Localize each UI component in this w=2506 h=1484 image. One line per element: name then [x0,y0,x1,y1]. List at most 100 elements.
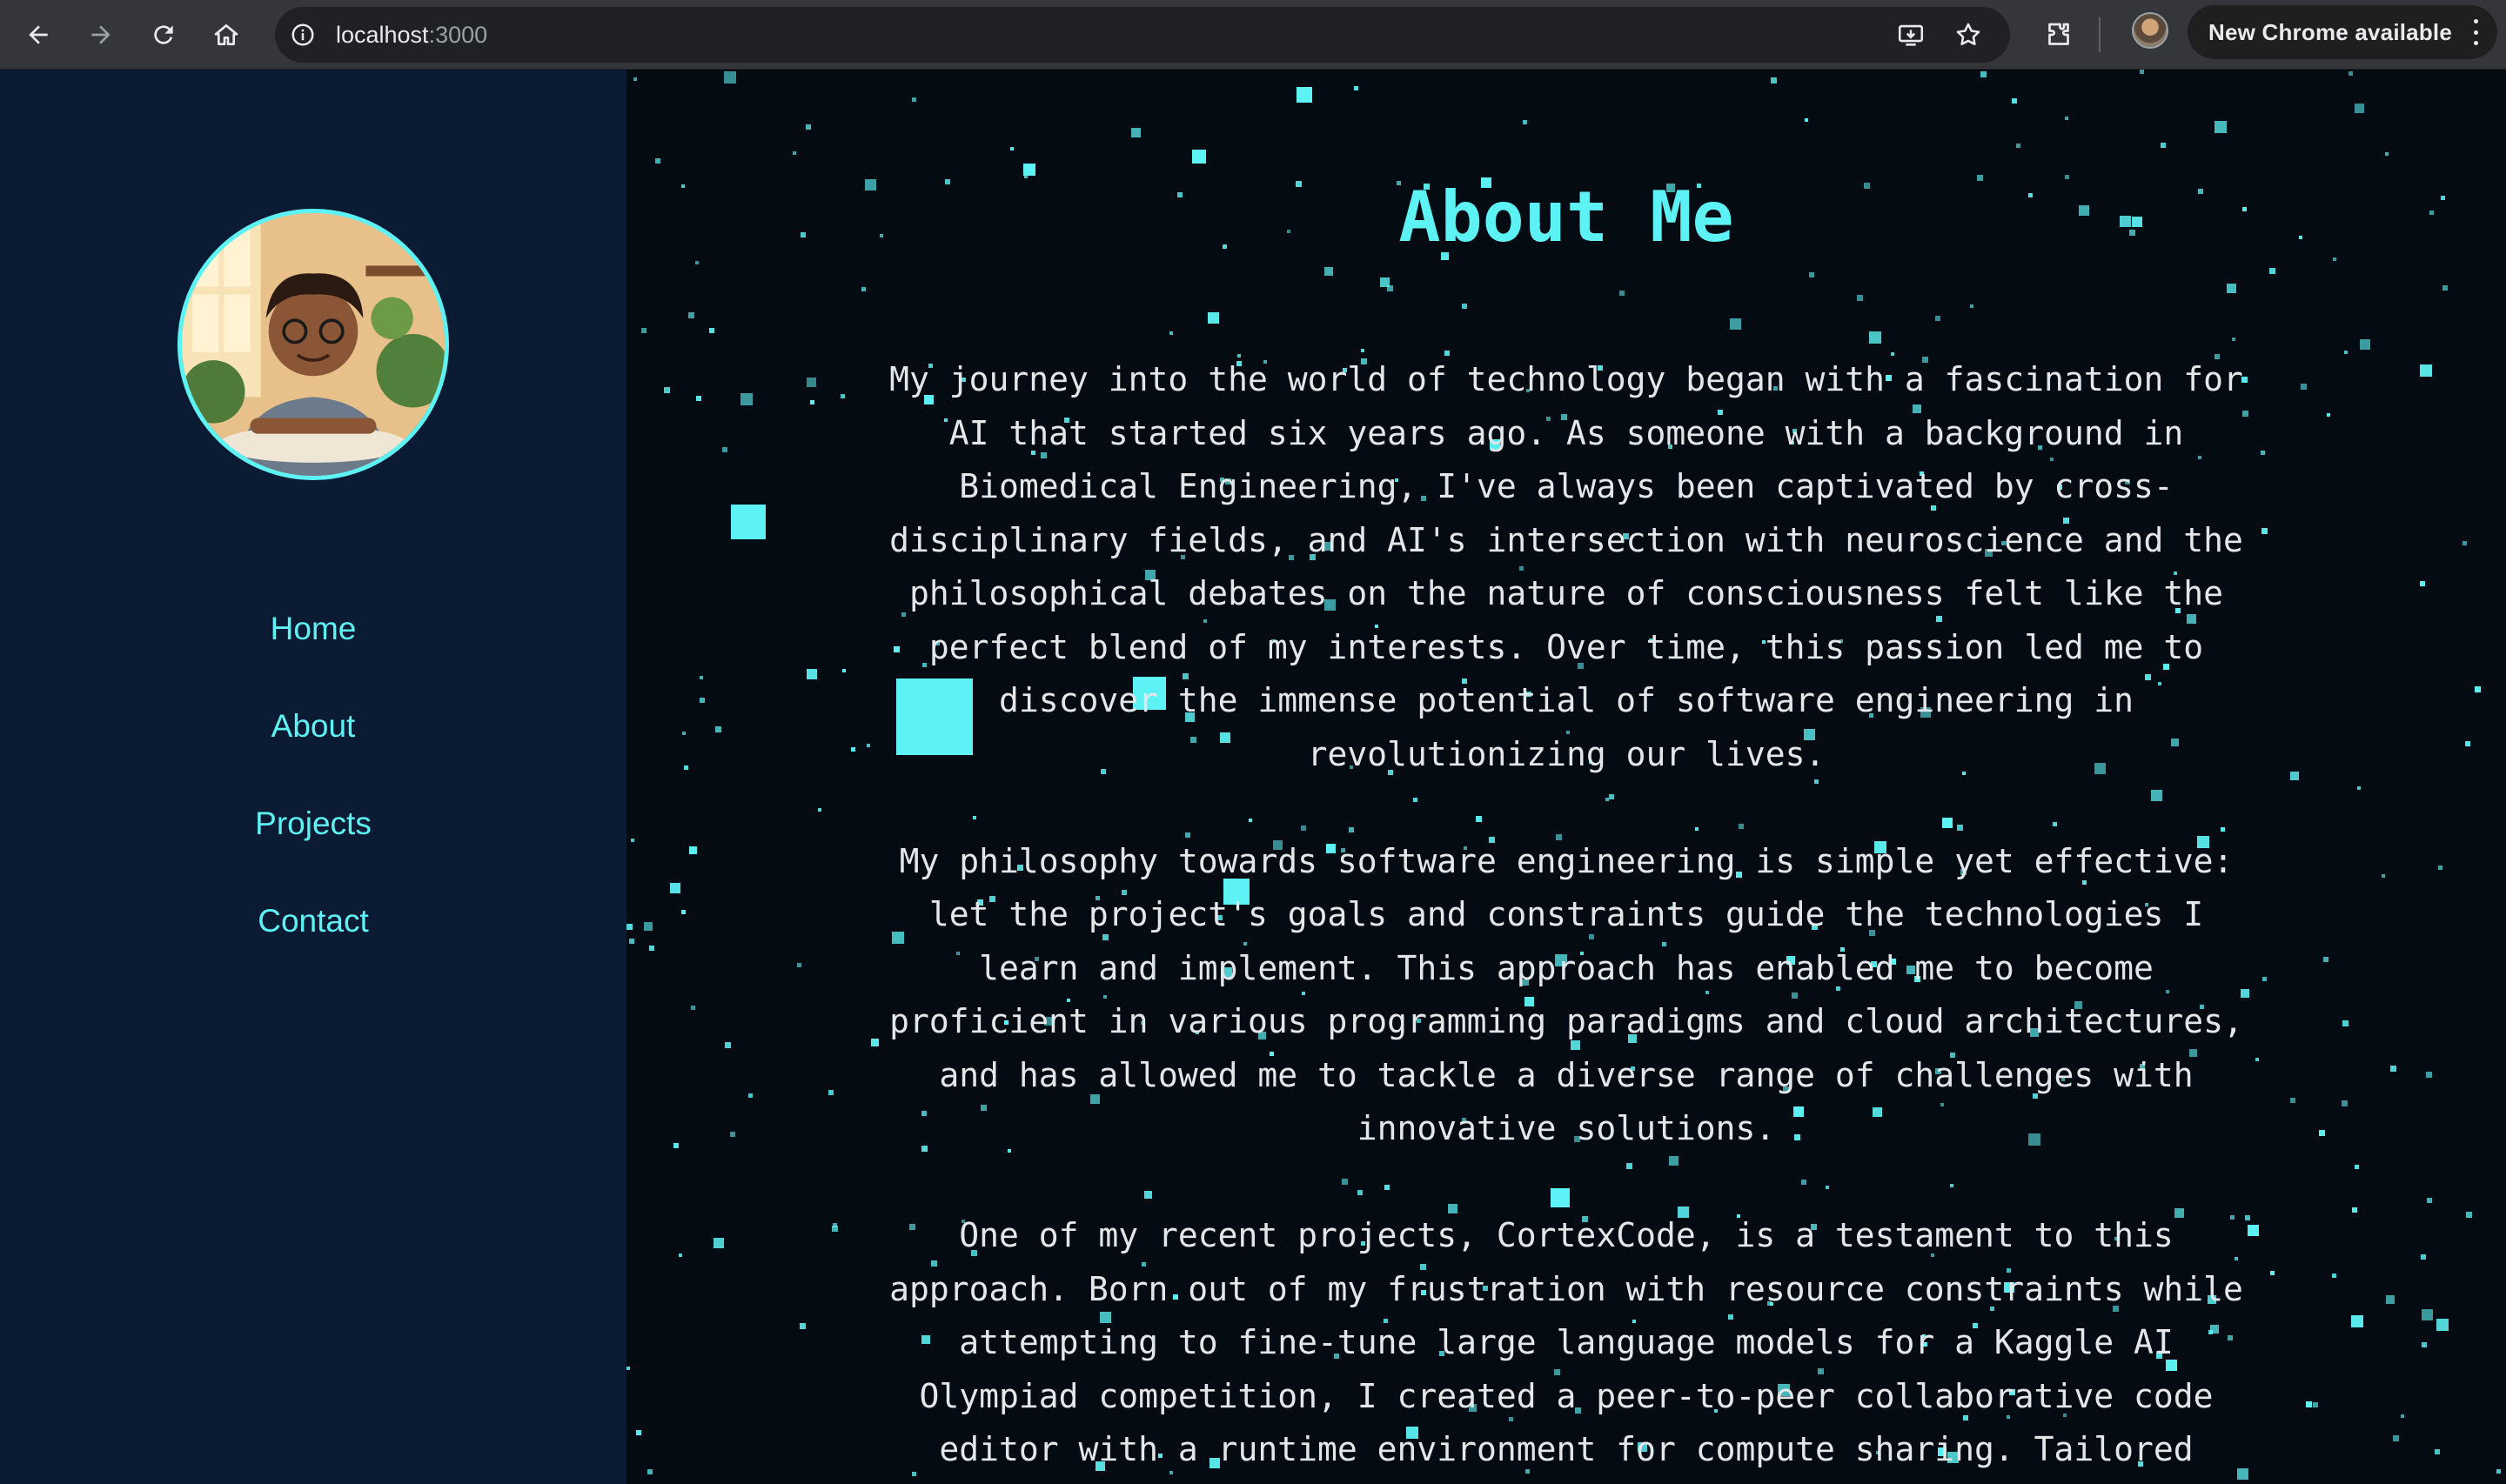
particle [2401,1414,2404,1418]
particle [1192,150,1206,164]
particle [670,883,680,893]
particle [2306,1401,2312,1407]
particle [2012,98,2017,104]
particle [1131,128,1141,137]
particle [2352,1207,2357,1213]
particle [1771,77,1777,84]
about-paragraph-2: My philosophy towards software engineeri… [889,841,2243,1148]
toolbar-divider [2099,17,2101,52]
particle [2465,741,2470,746]
home-icon [214,24,238,45]
nav-link-about[interactable]: About [271,706,356,804]
site-info-icon[interactable] [287,19,318,50]
nav-link-home[interactable]: Home [271,609,357,706]
particle [647,1469,653,1474]
particle [2438,866,2442,870]
back-button[interactable] [14,10,63,59]
particle [2261,528,2268,534]
particle [1809,272,1814,277]
particle [793,151,796,155]
particle [714,1238,724,1248]
particle [2327,413,2330,417]
nav-link-projects[interactable]: Projects [255,804,372,901]
browser-toolbar: localhost:3000 New Chrome available [0,0,2506,70]
particle [2462,541,2467,545]
particle [2342,1100,2348,1106]
particle [2323,957,2328,962]
particle [2386,1295,2395,1304]
reload-button[interactable] [139,10,188,59]
particle [2232,338,2235,341]
particle [2393,1435,2399,1441]
address-bar[interactable]: localhost:3000 [275,7,2010,63]
particle [700,698,705,703]
particle [1324,267,1333,276]
particle [797,963,801,967]
chrome-update-button[interactable]: New Chrome available [2188,5,2497,59]
particle [2332,1273,2336,1278]
arrow-right-icon [91,25,111,44]
particle [2319,1130,2325,1136]
particle [1380,277,1390,287]
particle [2496,1469,2501,1474]
home-button[interactable] [202,10,251,59]
bookmark-star-icon[interactable] [1951,17,1986,52]
particle [655,158,660,164]
particle [740,393,753,405]
kebab-menu-icon[interactable] [2469,19,2482,45]
particle [1970,304,1973,308]
profile-avatar[interactable] [2132,12,2168,49]
main-content: About Me My journey into the world of te… [626,70,2506,1484]
particle [759,509,763,513]
install-app-icon[interactable] [1893,17,1928,52]
profile-photo [178,209,449,480]
particle [1869,331,1881,344]
particle [664,387,670,393]
page-title: About Me [1398,177,1734,257]
particle [2421,1254,2426,1260]
particle [626,1367,630,1370]
about-paragraph-3: One of my recent projects, CortexCode, i… [889,1216,2243,1468]
particle [681,910,686,914]
particle [2215,121,2227,133]
url-port: :3000 [428,22,488,48]
particle [2269,268,2275,274]
particle [695,261,699,264]
particle [828,1090,834,1095]
particle [696,396,701,401]
particle [641,328,647,333]
particle [2016,144,2020,148]
particle [722,447,727,452]
particle [810,400,814,404]
particle [725,1042,731,1048]
particle [2385,152,2389,156]
particle [709,328,714,333]
particle [1730,318,1741,330]
forward-button[interactable] [77,10,125,59]
particle [2349,71,2353,76]
particle [679,1253,682,1257]
extensions-puzzle-icon[interactable] [2036,12,2081,57]
particle [673,1143,679,1148]
particle [1169,331,1173,335]
particle [842,669,846,672]
particle [715,726,721,732]
particle [2313,1402,2318,1407]
nav-link-contact[interactable]: Contact [258,901,369,999]
particle [1354,86,1358,90]
sidebar-nav: Home About Projects Contact [0,609,626,999]
url-text: localhost:3000 [336,20,487,50]
particle [2422,1342,2427,1347]
particle [2342,1020,2349,1026]
reload-icon [154,25,173,44]
update-label: New Chrome available [2208,18,2452,45]
particle [1857,295,1863,301]
url-host: localhost [336,22,429,48]
particle [851,747,855,752]
particle [2442,285,2448,291]
particle [2355,1165,2359,1169]
particle [633,77,637,81]
particle [807,669,817,679]
particle [2382,874,2385,878]
particle [2427,1198,2432,1203]
